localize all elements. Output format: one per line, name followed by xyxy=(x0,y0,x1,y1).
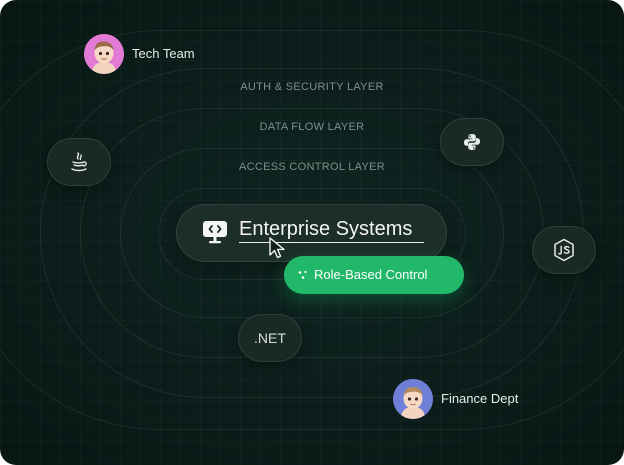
sparkle-dots-icon xyxy=(298,270,307,279)
monitor-code-icon xyxy=(203,221,227,244)
layer-label-data-flow: DATA FLOW LAYER xyxy=(259,121,365,133)
dotnet-node[interactable]: .NET xyxy=(238,314,302,362)
python-icon xyxy=(464,134,480,150)
finance-dept-label: Finance Dept xyxy=(441,391,519,406)
nodejs-icon xyxy=(554,238,574,262)
java-node[interactable] xyxy=(47,138,111,186)
tech-team-label: Tech Team xyxy=(132,46,195,61)
python-node[interactable] xyxy=(440,118,504,166)
child-avatar-icon xyxy=(393,379,433,419)
tech-team-avatar[interactable] xyxy=(84,34,124,74)
cursor-icon xyxy=(269,237,285,259)
integration-diagram: AUTH & SECURITY LAYER DATA FLOW LAYER AC… xyxy=(0,0,624,465)
dotnet-label: .NET xyxy=(254,330,286,346)
java-icon xyxy=(71,152,87,172)
nodejs-node[interactable] xyxy=(532,226,596,274)
hub-title-underline xyxy=(239,242,424,243)
child-avatar-icon xyxy=(84,34,124,74)
layer-label-auth-security: AUTH & SECURITY LAYER xyxy=(240,81,384,93)
hub-title: Enterprise Systems xyxy=(239,218,413,240)
role-based-control-label: Role-Based Control xyxy=(314,267,428,282)
finance-dept-avatar[interactable] xyxy=(393,379,433,419)
